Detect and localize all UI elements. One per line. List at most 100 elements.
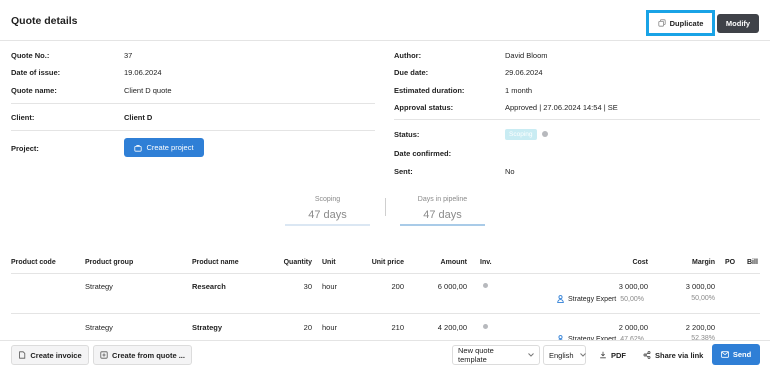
due-date-value: 29.06.2024 [505,68,543,77]
row2-inv-dot [483,324,488,329]
stage-duration: Scoping 47 days [285,196,370,221]
days-in-pipeline-title: Days in pipeline [417,196,468,203]
create-from-quote-label: Create from quote ... [112,350,185,360]
modify-button[interactable]: Modify [717,14,759,33]
row1-unit: hour [322,282,338,291]
sent-label: Sent: [394,167,413,176]
duplicate-label: Duplicate [669,18,704,28]
send-label: Send [732,350,752,359]
quote-name-label: Quote name: [11,86,57,95]
duplicate-button[interactable]: Duplicate [646,10,715,36]
create-from-quote-button[interactable]: Create from quote ... [93,345,192,365]
person-icon [557,295,564,303]
share-via-link-label: Share via link [655,350,704,360]
col-bill: Bill [747,259,758,266]
row1-product-name[interactable]: Research [192,282,226,291]
stage-title: Scoping [314,196,341,203]
client-value[interactable]: Client D [124,113,152,122]
send-icon [720,351,729,358]
plus-box-icon [100,351,108,359]
col-inv: Inv. [480,259,492,266]
row1-amount: 6 000,00 [437,282,467,291]
sent-value: No [505,167,515,176]
quote-no-label: Quote No.: [11,51,50,60]
days-in-pipeline: Days in pipeline 47 days [400,196,485,221]
author-label: Author: [394,51,422,60]
share-via-link-button[interactable]: Share via link [643,345,703,365]
status-dot [542,131,548,137]
row2-product-name[interactable]: Strategy [192,323,222,332]
date-confirmed-label: Date confirmed: [394,149,452,158]
pdf-label: PDF [611,350,626,360]
col-product-name: Product name [192,259,239,266]
approval-status-value: Approved | 27.06.2024 14:54 | SE [505,103,618,112]
row2-margin: 2 200,00 [685,323,715,332]
footer-toolbar: Create invoice Create from quote ... New… [0,340,770,366]
row1-quantity: 30 [303,282,312,291]
create-invoice-button[interactable]: Create invoice [11,345,89,365]
row1-resource-pct: 50,00% [620,295,644,303]
col-quantity: Quantity [283,259,312,266]
divider [11,103,375,104]
date-of-issue-label: Date of issue: [11,68,61,77]
col-amount: Amount [440,259,467,266]
quote-no-value: 37 [124,51,133,60]
estimated-duration-value: 1 month [505,86,533,95]
create-invoice-label: Create invoice [30,350,82,360]
divider [394,119,760,120]
send-button[interactable]: Send [712,344,760,365]
page-title: Quote details [11,15,78,27]
client-label: Client: [11,113,35,122]
days-in-pipeline-value: 47 days [423,209,462,221]
estimated-duration-label: Estimated duration: [394,86,465,95]
status-badge[interactable]: Scoping [505,129,537,140]
divider [11,130,375,131]
language-select[interactable]: English [543,345,586,365]
row2-quantity: 20 [303,323,312,332]
quote-name-value: Client D quote [124,86,172,95]
row2-unit: hour [322,323,338,332]
col-unit: Unit [322,259,336,266]
row1-margin: 3 000,00 [685,282,715,291]
invoice-icon [18,351,26,359]
author-value: David Bloom [505,51,548,60]
share-icon [643,351,651,359]
col-unit-price: Unit price [371,259,404,266]
project-label: Project: [11,144,39,153]
row1-resource[interactable]: Strategy Expert 50,00% [557,295,644,303]
col-cost: Cost [632,259,648,266]
pdf-button[interactable]: PDF [599,345,626,365]
col-margin: Margin [692,259,715,266]
row2-cost: 2 000,00 [618,323,648,332]
pipeline-separator [385,198,386,216]
row2-product-group: Strategy [85,323,113,332]
approval-status-label: Approval status: [394,103,454,112]
row1-unit-price: 200 [391,282,404,291]
briefcase-icon [134,144,143,152]
col-po: PO [725,259,736,266]
col-product-group: Product group [85,259,134,266]
due-date-label: Due date: [394,68,429,77]
pdf-icon [599,351,607,359]
row1-resource-name: Strategy Expert [568,295,617,303]
create-project-label: Create project [146,143,194,152]
col-product-code: Product code [11,259,56,266]
row1-cost: 3 000,00 [618,282,648,291]
header-bar: Quote details Duplicate Modify [0,0,770,41]
date-of-issue-value: 19.06.2024 [124,68,162,77]
status-label: Status: [394,130,420,139]
quote-template-select[interactable]: New quote template [452,345,540,365]
row2-unit-price: 210 [391,323,404,332]
row-divider [11,313,760,314]
table-header-divider [11,273,760,274]
chevron-down-icon [579,353,586,357]
days-in-pipeline-underline [400,224,485,226]
row1-margin-pct: 50,00% [691,295,715,302]
row1-inv-dot [483,283,488,288]
quote-template-value: New quote template [458,346,494,364]
row2-amount: 4 200,00 [437,323,467,332]
row1-product-group: Strategy [85,282,113,291]
stage-underline [285,224,370,226]
create-project-button[interactable]: Create project [124,138,204,157]
stage-value: 47 days [308,209,347,221]
